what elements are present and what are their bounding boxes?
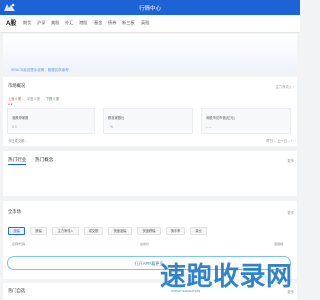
stat-box-limit: 涨跌停家数 0 0 — [7, 108, 95, 134]
market-nav: A股 期货 沪深 美股 外汇 港股 基金 债券 新三板 英股 — [0, 15, 300, 33]
page-title: 行情中心 — [138, 6, 161, 12]
chip-fast-down[interactable]: 快速跌幅 — [137, 227, 161, 235]
nav-tab-neeq[interactable]: 新三板 — [122, 20, 135, 26]
nav-tab-uk-stocks[interactable]: 英股 — [141, 20, 149, 26]
nav-tab-funds[interactable]: 基金 — [94, 20, 102, 26]
nav-tab-hushen[interactable]: 沪深 — [37, 20, 45, 26]
all-market-title: 全市场 — [8, 209, 21, 214]
watermark-subtext: SUPAO NAVIGATION — [171, 289, 201, 293]
nav-tab-a-share[interactable]: A股 — [6, 18, 16, 27]
tab-hot-industry[interactable]: 热门行业 — [8, 157, 27, 165]
turnover-compare-link[interactable]: 昨日 -- 上一日 -- › — [266, 138, 292, 143]
chip-turnover-rate[interactable]: 换手率 — [166, 227, 185, 235]
flat-count: 平盘 0 家 — [27, 97, 41, 101]
stat-label: 跌涨家数比 — [108, 116, 125, 120]
hero-banner — [3, 34, 297, 72]
nav-tab-hk-stocks[interactable]: 港股 — [79, 20, 87, 26]
nav-tab-us-stocks[interactable]: 美股 — [51, 20, 59, 26]
chip-fast-up[interactable]: 快速涨幅 — [108, 227, 132, 235]
up-count: 上涨 0 家 — [8, 97, 22, 101]
down-count: 下跌 0 家 — [46, 97, 60, 101]
turnover-today: 今日成交额 -- — [8, 139, 28, 143]
watermark-text: 速跑收录网 — [160, 261, 293, 291]
chip-turnover[interactable]: 成交额 — [84, 227, 103, 235]
stat-value: 0 0 — [12, 125, 17, 129]
chip-main-inflow[interactable]: 主力净流入 — [52, 227, 79, 235]
column-header-price[interactable]: 最新价 — [140, 241, 149, 246]
watchlist-title: 热门自选 — [8, 288, 26, 293]
stat-value: -- -- — [206, 125, 212, 129]
chip-volume-ratio[interactable]: 量比 — [190, 227, 207, 235]
delay-notice[interactable]: SRACD延迟提示说明，数据仅供参考 — [11, 68, 69, 73]
distribution-dots: ● ● — [8, 102, 13, 106]
site-watermark: 速跑收录网 SUPAO NAVIGATION — [160, 256, 298, 293]
chip-gainers[interactable]: 涨幅 — [8, 227, 25, 235]
stat-value: - % — [108, 125, 113, 129]
stat-label: 深股市总市值(亿元) — [206, 116, 235, 120]
top-bar: 行情中心 — [0, 0, 300, 15]
nav-tab-bonds[interactable]: 债券 — [108, 20, 116, 26]
nav-tab-forex[interactable]: 外汇 — [65, 20, 73, 26]
market-overview-title: 市场概况 — [8, 83, 26, 88]
column-header-name[interactable]: 名称/代码 — [12, 241, 25, 246]
market-overview-more-link[interactable]: 主力净流入 › — [276, 84, 295, 89]
stat-box-market-cap: 深股市总市值(亿元) -- -- — [201, 108, 291, 134]
nav-tab-futures[interactable]: 期货 — [23, 20, 31, 26]
tab-hot-concept[interactable]: 热门概念 — [35, 157, 53, 163]
hot-sectors-more-link[interactable]: 更多 — [287, 158, 294, 163]
chip-losers[interactable]: 跌幅 — [30, 227, 47, 235]
column-header-change[interactable]: 涨跌幅 — [274, 241, 283, 246]
stat-box-ratio: 跌涨家数比 - % — [103, 108, 193, 134]
stat-label: 涨跌停家数 — [12, 116, 29, 120]
all-market-more-link[interactable]: 更多 — [287, 210, 294, 215]
